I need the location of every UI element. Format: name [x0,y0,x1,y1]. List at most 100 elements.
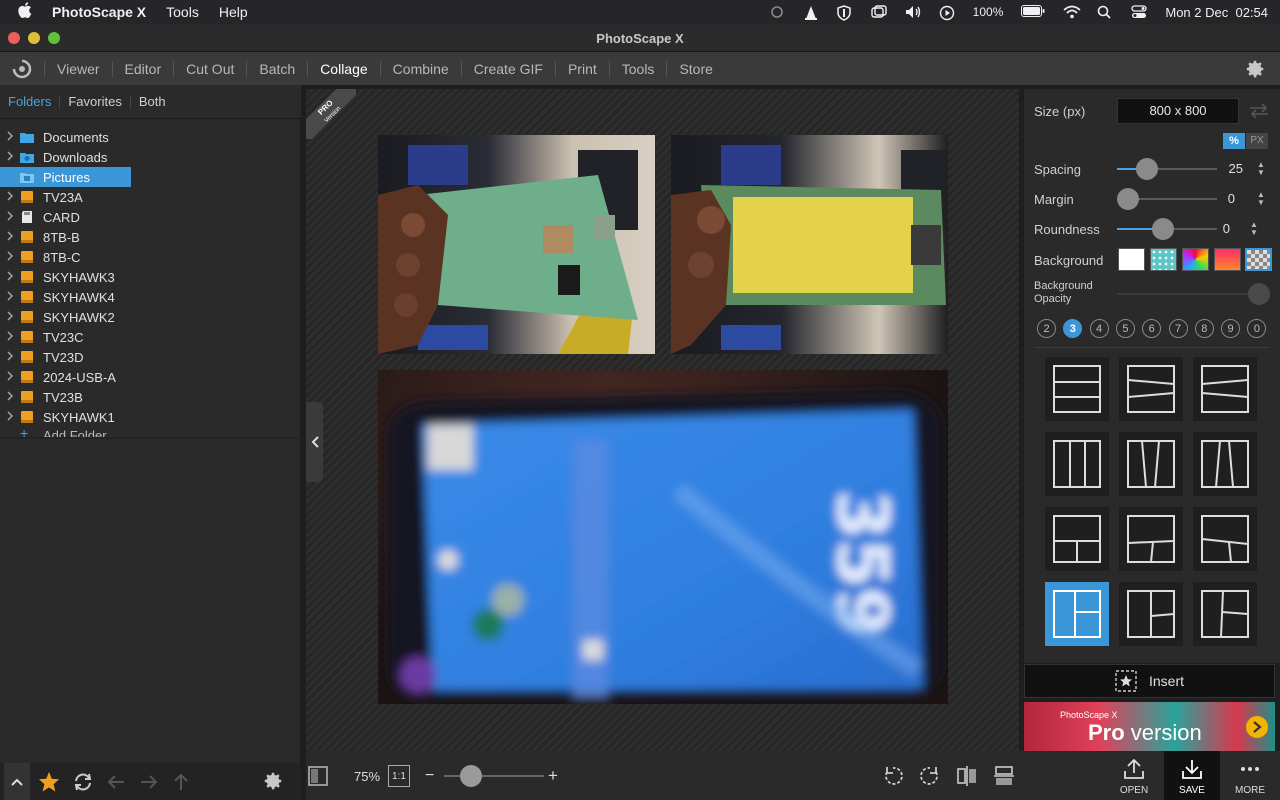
favorite-star-icon[interactable] [38,771,60,797]
menu-app-name[interactable]: PhotoScape X [52,4,146,20]
chevron-right-icon[interactable] [0,211,20,224]
layout-tile-10-selected[interactable] [1045,582,1109,646]
tab-store[interactable]: Store [666,60,724,77]
roundness-slider-knob[interactable] [1152,218,1174,240]
background-swatch-transparent[interactable] [1245,248,1272,271]
chevron-right-icon[interactable] [0,351,20,364]
tab-batch[interactable]: Batch [246,60,307,77]
photo-count-4[interactable]: 4 [1089,319,1109,338]
folder-item[interactable]: TV23A [0,187,301,207]
layout-tile-6[interactable] [1193,432,1257,496]
pro-version-banner[interactable]: PhotoScape X Pro version [1024,702,1275,751]
more-button[interactable]: MORE [1222,751,1278,800]
bg-opacity-slider-knob[interactable] [1248,283,1270,305]
layout-tile-11[interactable] [1119,582,1183,646]
spacing-value[interactable]: 25 [1213,161,1243,176]
layout-tile-1[interactable] [1045,357,1109,421]
chevron-right-icon[interactable] [0,151,20,164]
frame-toggle-icon[interactable] [308,766,328,791]
folder-item[interactable]: Downloads [0,147,301,167]
shield-icon[interactable] [836,5,853,21]
folder-item[interactable]: SKYHAWK4 [0,287,301,307]
zoom-slider[interactable] [444,765,544,787]
pro-banner-arrow-icon[interactable] [1246,716,1268,738]
chevron-right-icon[interactable] [0,371,20,384]
layout-tile-3[interactable] [1193,357,1257,421]
folder-item[interactable]: 8TB-C [0,247,301,267]
settings-gear-icon[interactable] [1244,58,1266,83]
folder-item[interactable]: CARD [0,207,301,227]
open-button[interactable]: OPEN [1106,751,1162,800]
sidebar-settings-gear-icon[interactable] [262,770,284,797]
collage-photo-2[interactable] [671,135,948,354]
chevron-right-icon[interactable] [0,131,20,144]
photo-count-3[interactable]: 3 [1063,319,1083,338]
chevron-right-icon[interactable] [0,331,20,344]
tab-print[interactable]: Print [554,60,609,77]
margin-slider-knob[interactable] [1117,188,1139,210]
unit-px-toggle[interactable]: PX [1246,133,1268,149]
chevron-right-icon[interactable] [0,391,20,404]
layout-tile-7[interactable] [1045,507,1109,571]
flip-horizontal-icon[interactable] [956,765,978,792]
layout-tile-2[interactable] [1119,357,1183,421]
spacing-slider-knob[interactable] [1136,158,1158,180]
up-arrow-icon[interactable] [173,772,189,797]
layout-tile-9[interactable] [1193,507,1257,571]
zoom-slider-knob[interactable] [459,765,482,787]
chevron-right-icon[interactable] [0,291,20,304]
photoscape-logo-icon[interactable] [0,58,44,80]
tab-folders[interactable]: Folders [0,94,61,109]
photo-count-9[interactable]: 9 [1221,319,1241,338]
refresh-icon[interactable] [72,772,94,797]
tab-favorites[interactable]: Favorites [60,94,131,109]
flip-vertical-icon[interactable] [993,765,1015,792]
tab-combine[interactable]: Combine [379,60,461,77]
folder-item[interactable]: Pictures [0,167,131,187]
rotate-left-icon[interactable] [882,765,904,792]
bell-icon[interactable] [769,5,785,19]
roundness-stepper-icon[interactable]: ▲ ▼ [1250,221,1258,237]
folder-item[interactable]: TV23C [0,327,301,347]
apple-icon[interactable] [18,2,36,22]
tab-editor[interactable]: Editor [111,60,174,77]
menubar-clock[interactable]: Mon 2 Dec 02:54 [1165,5,1268,20]
actual-size-button[interactable]: 1:1 [388,765,410,787]
rotate-right-icon[interactable] [919,765,941,792]
photo-count-6[interactable]: 6 [1142,319,1162,338]
layout-tile-12[interactable] [1193,582,1257,646]
chevron-right-icon[interactable] [0,311,20,324]
add-folder-item[interactable]: + Add Folder [0,427,301,437]
zoom-in-icon[interactable]: + [548,766,558,786]
tab-cut-out[interactable]: Cut Out [173,60,246,77]
margin-stepper-icon[interactable]: ▲ ▼ [1257,191,1265,207]
tab-tools[interactable]: Tools [608,60,667,77]
play-circle-icon[interactable] [939,5,955,21]
spacing-stepper-icon[interactable]: ▲ ▼ [1257,161,1265,177]
folder-tree[interactable]: Documents Downloads Pictures TV23A CARD 8TB-B… [0,127,301,437]
control-center-icon[interactable] [1131,5,1148,19]
wifi-icon[interactable] [1063,5,1081,19]
back-arrow-icon[interactable] [106,774,126,795]
chevron-up-icon[interactable] [4,763,30,800]
tab-viewer[interactable]: Viewer [44,60,112,77]
folder-item[interactable]: SKYHAWK1 [0,407,301,427]
vlc-cone-icon[interactable] [803,5,819,20]
zoom-percent[interactable]: 75% [354,769,380,784]
collage-photo-3[interactable]: 359 [378,370,948,704]
folder-item[interactable]: Documents [0,127,301,147]
tab-create-gif[interactable]: Create GIF [460,60,555,77]
margin-value[interactable]: 0 [1205,191,1235,206]
folder-item[interactable]: TV23D [0,347,301,367]
menu-help[interactable]: Help [219,4,248,20]
background-swatch-white[interactable] [1118,248,1145,271]
collage-photo-1[interactable] [378,135,655,354]
folder-item[interactable]: 8TB-B [0,227,301,247]
photo-count-8[interactable]: 8 [1194,319,1214,338]
chevron-right-icon[interactable] [0,251,20,264]
window-stack-icon[interactable] [870,5,887,19]
chevron-right-icon[interactable] [0,271,20,284]
tab-both[interactable]: Both [131,94,174,109]
swap-size-icon[interactable] [1248,102,1270,125]
background-swatch-sunset[interactable] [1214,248,1241,271]
